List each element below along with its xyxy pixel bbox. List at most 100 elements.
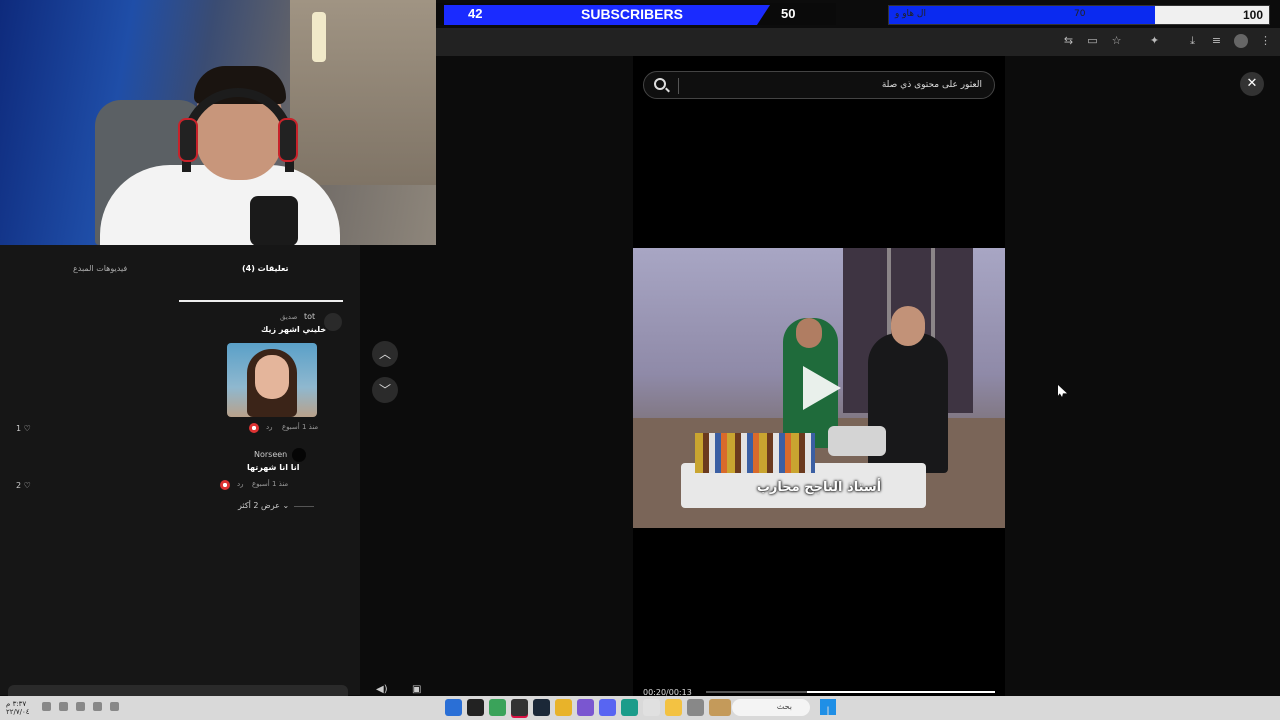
heart-icon[interactable]: ♡: [24, 481, 31, 490]
video-frame[interactable]: أستاذ الناجح محارب: [633, 248, 1005, 528]
reply-button[interactable]: رد: [237, 480, 244, 488]
active-tab-indicator: [179, 300, 343, 302]
translate-icon[interactable]: ⇆: [1062, 34, 1075, 47]
search-icon[interactable]: [654, 78, 666, 90]
video-bottles: [695, 433, 815, 473]
volume-icon[interactable]: ◀): [376, 684, 388, 695]
webcam-overlay: [0, 0, 436, 245]
subscriber-label: SUBSCRIBERS: [581, 6, 683, 22]
chevron-down-icon: ⌄: [282, 501, 290, 510]
edge-icon[interactable]: [621, 699, 638, 716]
comment-avatar[interactable]: [324, 313, 342, 331]
comment-username[interactable]: tot: [304, 312, 315, 321]
next-video-button[interactable]: ﹀: [372, 377, 398, 403]
app-icon-4[interactable]: [511, 699, 528, 716]
mic-tray-icon[interactable]: [93, 702, 102, 711]
comment-text: انا انا شهرتها: [247, 463, 300, 472]
taskbar-search[interactable]: بحث: [732, 699, 810, 716]
chrome-icon[interactable]: [555, 699, 572, 716]
chevron-up-icon[interactable]: [110, 702, 119, 711]
goal-current: 70: [1074, 9, 1086, 19]
search-placeholder: العثور على محتوى ذي صلة: [881, 80, 982, 90]
comment-like-count[interactable]: 2 ♡: [16, 481, 31, 490]
subscriber-count: 42: [468, 6, 483, 21]
tab-comments[interactable]: (4) تعليقات: [242, 264, 289, 273]
chevron-up-icon: ︿: [378, 347, 391, 361]
profile-avatar[interactable]: [1234, 34, 1248, 48]
play-icon[interactable]: [803, 366, 841, 410]
video-pot: [828, 426, 886, 456]
tab-creator-videos[interactable]: فيديوهات المبدع: [73, 264, 127, 273]
reading-list-icon[interactable]: ≡: [1210, 34, 1223, 47]
app-icon-1[interactable]: [445, 699, 462, 716]
goal-progress-bar: ال هاو و 70 100: [888, 5, 1270, 25]
like-count: 2: [16, 481, 22, 490]
comments-tabs: (4) تعليقات فيديوهات المبدع: [0, 260, 360, 302]
video-progress-bar[interactable]: [706, 691, 995, 693]
clock-date: ٢٢/٧/٠٤: [6, 708, 30, 716]
menu-icon[interactable]: ⋮: [1259, 34, 1272, 47]
taskbar-apps: [445, 699, 731, 716]
subscriber-goal: 50: [781, 6, 796, 21]
browser-toolbar: ⇆ ▭ ☆ ✦ ⤓ ≡ ⋮: [436, 28, 1280, 56]
headset-cup-right: [278, 118, 298, 162]
show-more-replies[interactable]: ⌄ عرض 2 أكثر: [238, 501, 289, 510]
chat-icon[interactable]: [42, 702, 51, 711]
system-tray: [42, 702, 119, 711]
app-icon-2[interactable]: [467, 699, 484, 716]
show-more-label: عرض 2 أكثر: [238, 501, 280, 510]
steam-icon[interactable]: [533, 699, 550, 716]
system-clock[interactable]: ٣:٣٧ م ٢٢/٧/٠٤: [6, 700, 30, 716]
app-icon-12[interactable]: [687, 699, 704, 716]
creator-liked-badge: [220, 480, 230, 490]
comment-username[interactable]: Norseen: [254, 450, 287, 459]
creator-liked-badge: [249, 423, 259, 433]
webcam-lamp: [312, 12, 326, 62]
taskbar: ٣:٣٧ م ٢٢/٧/٠٤ بحث: [0, 696, 1280, 720]
download-icon[interactable]: ⤓: [1186, 34, 1199, 47]
reply-button[interactable]: رد: [266, 423, 273, 431]
close-icon: ✕: [1246, 76, 1258, 91]
comments-panel: (4) تعليقات فيديوهات المبدع tot صديق خلي…: [0, 245, 360, 697]
extensions-icon[interactable]: ✦: [1148, 34, 1161, 47]
video-person-black-head: [891, 306, 925, 346]
comment-time: منذ 1 أسبوع: [282, 423, 319, 431]
discord-icon[interactable]: [599, 699, 616, 716]
video-caption: أستاذ الناجح محارب: [756, 480, 882, 495]
divider: [294, 506, 314, 507]
subscriber-goal-bar: 42 SUBSCRIBERS 50: [436, 3, 836, 25]
close-button[interactable]: ✕: [1240, 72, 1264, 96]
comment-like-count[interactable]: 1 ♡: [16, 424, 31, 433]
comment-badge: صديق: [280, 313, 298, 321]
chevron-down-icon: ﹀: [378, 383, 391, 397]
cast-icon[interactable]: ▭: [1086, 34, 1099, 47]
picture-in-picture-icon[interactable]: ▣: [412, 684, 421, 695]
previous-video-button[interactable]: ︿: [372, 341, 398, 367]
app-icon-7[interactable]: [577, 699, 594, 716]
star-icon[interactable]: ☆: [1110, 34, 1123, 47]
comment-sticker-image[interactable]: [227, 343, 317, 417]
windows-start-icon[interactable]: [820, 699, 836, 715]
folder-icon[interactable]: [665, 699, 682, 716]
comment-avatar[interactable]: [292, 448, 306, 462]
taskbar-search-label: بحث: [776, 702, 792, 711]
heart-icon[interactable]: ♡: [24, 424, 31, 433]
video-progress-fill: [807, 691, 995, 693]
mouse-cursor: [1058, 385, 1067, 397]
comment-text: خليني اشهر زيك: [261, 325, 327, 334]
network-icon[interactable]: [76, 702, 85, 711]
comment-time: منذ 1 أسبوع: [252, 480, 289, 488]
screen: 42 SUBSCRIBERS 50 ال هاو و 70 100 ⇆ ▭ ☆ …: [0, 0, 1280, 720]
sticker-face: [255, 355, 289, 399]
calendar-icon[interactable]: [643, 699, 660, 716]
app-icon-13[interactable]: [709, 699, 731, 716]
video-person-green-head: [796, 318, 822, 348]
app-icon-3[interactable]: [489, 699, 506, 716]
related-search-bar[interactable]: العثور على محتوى ذي صلة: [643, 71, 995, 99]
volume-tray-icon[interactable]: [59, 702, 68, 711]
like-count: 1: [16, 424, 22, 433]
headset-cup-left: [178, 118, 198, 162]
search-divider: [678, 78, 679, 94]
video-player-panel: العثور على محتوى ذي صلة أستاذ الناجح محا…: [633, 56, 1005, 697]
goal-max: 100: [1242, 8, 1263, 22]
